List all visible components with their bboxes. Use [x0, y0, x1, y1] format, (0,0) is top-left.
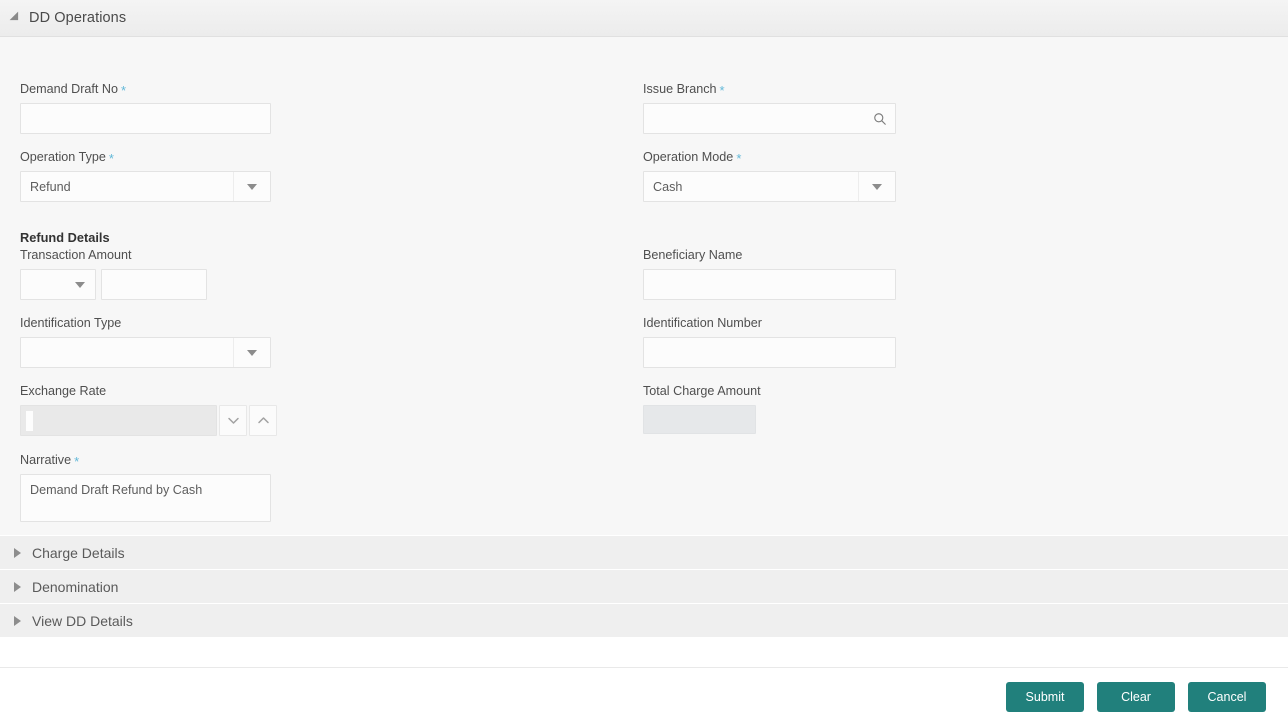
triangle-collapsed-icon: [14, 615, 21, 626]
chevron-down-icon: [227, 417, 239, 424]
chevron-up-icon: [257, 417, 269, 424]
operation-type-value: Refund: [30, 179, 71, 194]
field-identification-type: Identification Type: [20, 316, 271, 368]
section-view-dd-details-label: View DD Details: [32, 612, 133, 629]
operation-mode-dropdown-button[interactable]: [858, 172, 895, 201]
form-footer: Submit Clear Cancel: [0, 667, 1288, 726]
section-denomination-label: Denomination: [32, 578, 119, 595]
total-charge-amount-value: [643, 405, 756, 434]
caret-down-icon: [872, 183, 882, 190]
required-asterisk: *: [719, 83, 725, 98]
submit-button[interactable]: Submit: [1006, 682, 1084, 712]
operation-type-dropdown-button[interactable]: [233, 172, 270, 201]
operation-mode-value: Cash: [653, 179, 683, 194]
beneficiary-name-label: Beneficiary Name: [643, 248, 743, 262]
narrative-textarea[interactable]: [20, 474, 271, 522]
total-charge-amount-label: Total Charge Amount: [643, 384, 761, 398]
field-beneficiary-name: Beneficiary Name: [643, 248, 896, 300]
refund-details-subtitle: Refund Details: [20, 230, 110, 245]
required-asterisk: *: [74, 454, 80, 469]
identification-type-value: [21, 338, 233, 367]
transaction-amount-label: Transaction Amount: [20, 248, 132, 262]
exchange-rate-input[interactable]: [20, 405, 217, 436]
issue-branch-label: Issue Branch *: [643, 82, 725, 98]
field-total-charge-amount: Total Charge Amount: [643, 384, 761, 434]
caret-down-icon: [247, 349, 257, 356]
section-charge-details-label: Charge Details: [32, 544, 125, 561]
triangle-expanded-icon: [9, 11, 23, 25]
caret-down-icon: [75, 281, 85, 288]
identification-type-select[interactable]: [20, 337, 271, 368]
field-narrative: Narrative *: [20, 452, 271, 522]
cancel-button[interactable]: Cancel: [1188, 682, 1266, 712]
section-view-dd-details[interactable]: View DD Details: [0, 604, 1288, 638]
section-charge-details[interactable]: Charge Details: [0, 536, 1288, 570]
beneficiary-name-input[interactable]: [643, 269, 896, 300]
field-operation-mode: Operation Mode * Cash: [643, 149, 896, 202]
transaction-amount-input[interactable]: [101, 269, 207, 300]
demand-draft-no-input[interactable]: [20, 103, 271, 134]
identification-type-dropdown-button[interactable]: [233, 338, 270, 367]
required-asterisk: *: [121, 83, 127, 98]
field-identification-number: Identification Number: [643, 316, 896, 368]
transaction-amount-currency-select[interactable]: [20, 269, 96, 300]
field-operation-type: Operation Type * Refund: [20, 149, 271, 202]
identification-number-label: Identification Number: [643, 316, 763, 330]
dd-operations-panel-header[interactable]: DD Operations: [0, 0, 1288, 37]
clear-button[interactable]: Clear: [1097, 682, 1175, 712]
field-issue-branch: Issue Branch *: [643, 81, 896, 134]
page-title: DD Operations: [29, 10, 127, 26]
dd-operations-form: Demand Draft No * Issue Branch * Operation…: [0, 37, 1288, 536]
identification-number-input[interactable]: [643, 337, 896, 368]
operation-type-select[interactable]: Refund: [20, 171, 271, 202]
triangle-collapsed-icon: [14, 581, 21, 592]
issue-branch-input[interactable]: [643, 103, 896, 134]
operation-type-label: Operation Type *: [20, 150, 114, 166]
operation-mode-select[interactable]: Cash: [643, 171, 896, 202]
required-asterisk: *: [108, 151, 114, 166]
exchange-rate-increment-button[interactable]: [249, 405, 277, 436]
narrative-label: Narrative *: [20, 453, 80, 469]
field-exchange-rate: Exchange Rate: [20, 384, 277, 436]
field-transaction-amount: Transaction Amount: [20, 248, 207, 300]
section-denomination[interactable]: Denomination: [0, 570, 1288, 604]
exchange-rate-decrement-button[interactable]: [219, 405, 247, 436]
demand-draft-no-label: Demand Draft No *: [20, 82, 127, 98]
text-cursor: [26, 411, 33, 431]
field-demand-draft-no: Demand Draft No *: [20, 81, 271, 134]
exchange-rate-label: Exchange Rate: [20, 384, 107, 398]
required-asterisk: *: [736, 151, 742, 166]
triangle-collapsed-icon: [14, 547, 21, 558]
identification-type-label: Identification Type: [20, 316, 122, 330]
operation-mode-label: Operation Mode *: [643, 150, 742, 166]
caret-down-icon: [247, 183, 257, 190]
